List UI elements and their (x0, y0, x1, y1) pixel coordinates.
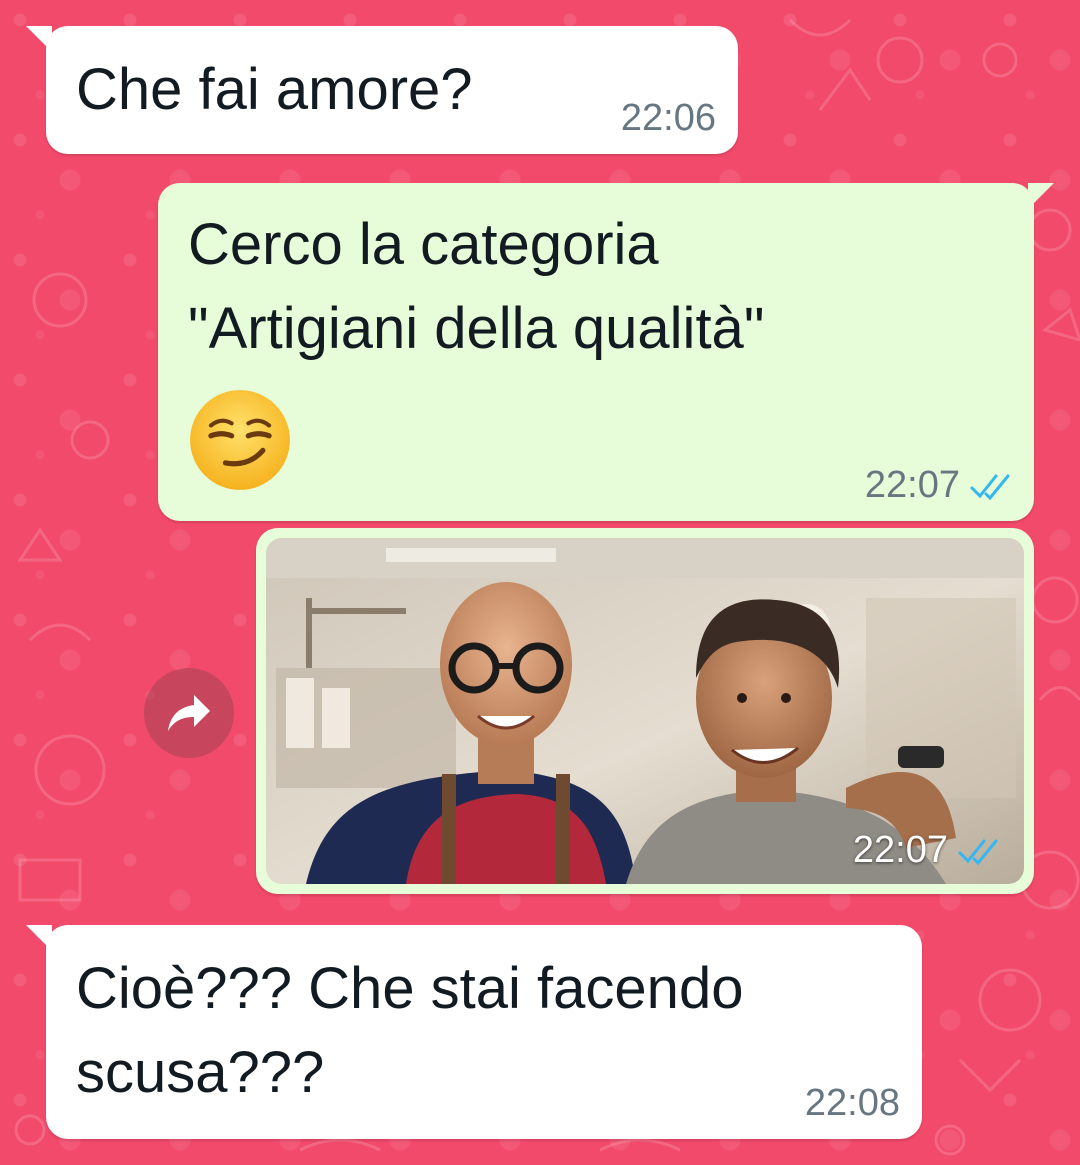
forward-arrow-icon (168, 695, 210, 731)
bubble-tail (26, 925, 52, 951)
message-line: Cerco la categoria (188, 212, 659, 277)
timestamp-text: 22:08 (804, 1082, 900, 1124)
timestamp-text: 22:06 (620, 97, 716, 139)
read-double-check-icon (970, 474, 1010, 500)
incoming-message-bubble[interactable]: Cioè??? Che stai facendo scusa??? 22:08 (26, 925, 922, 1139)
message-text: Cioè??? Che stai facendo scusa??? (76, 947, 916, 1115)
message-text: Che fai amore? (76, 57, 473, 122)
message-timestamp: 22:06 (621, 97, 716, 140)
message-line: scusa??? (76, 1040, 325, 1105)
forward-button[interactable] (144, 668, 234, 758)
outgoing-image-message[interactable]: 22:07 (256, 528, 1034, 894)
timestamp-text: 22:07 (852, 829, 948, 871)
bubble-tail (1028, 183, 1054, 209)
incoming-message-bubble[interactable]: Che fai amore? 22:06 (26, 26, 738, 154)
message-timestamp: 22:08 (805, 1082, 900, 1125)
message-line: Cioè??? Che stai facendo (76, 956, 744, 1021)
outgoing-message-bubble[interactable]: Cerco la categoria "Artigiani della qual… (158, 183, 1054, 521)
message-timestamp: 22:07 (865, 464, 1012, 507)
smirking-face-emoji-icon (190, 390, 290, 490)
read-double-check-icon (958, 839, 998, 865)
message-timestamp: 22:07 (853, 829, 1000, 872)
bubble-tail (26, 26, 52, 52)
message-line: "Artigiani della qualità" (188, 296, 765, 361)
timestamp-text: 22:07 (864, 464, 960, 506)
message-text: Cerco la categoria "Artigiani della qual… (188, 203, 764, 371)
